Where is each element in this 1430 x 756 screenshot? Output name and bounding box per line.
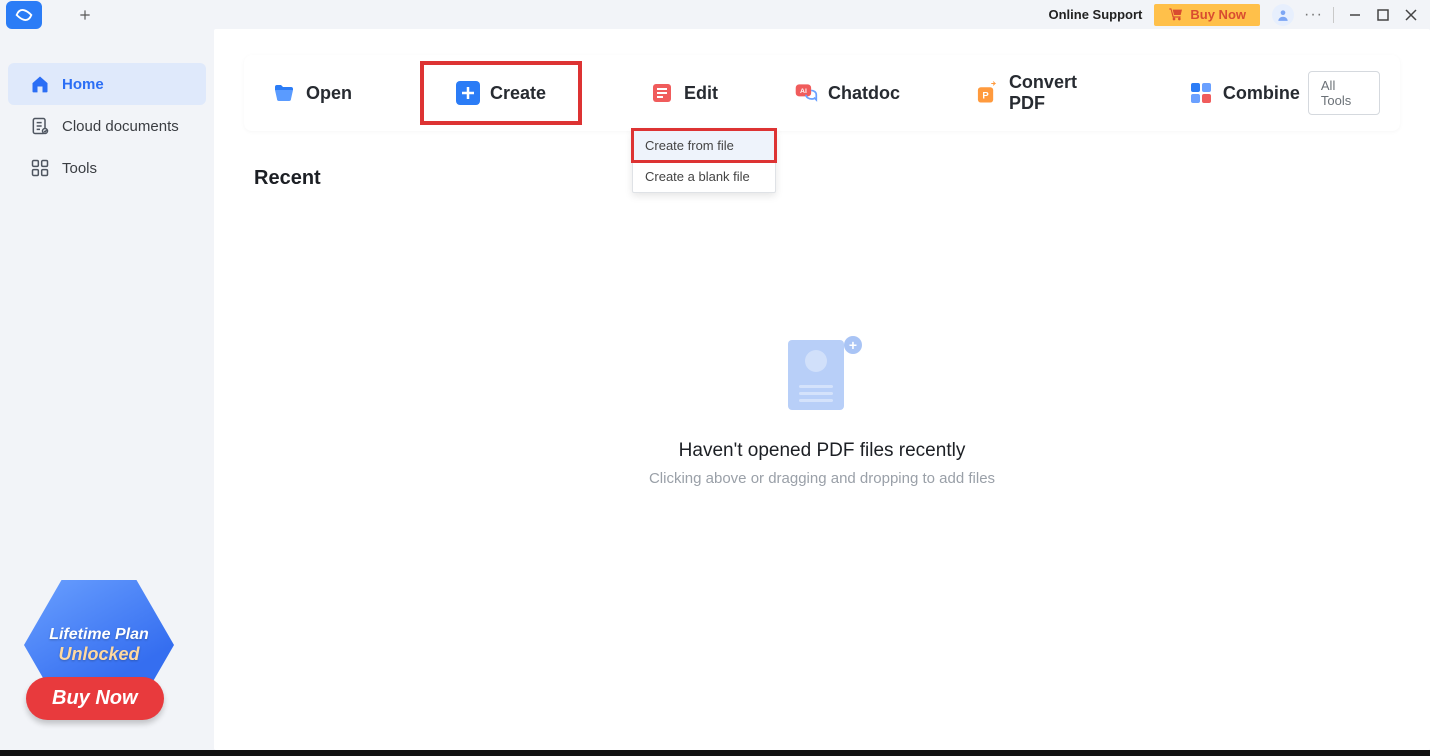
buy-now-button[interactable]: Buy Now [1154,4,1260,26]
more-menu[interactable]: ··· [1304,6,1323,24]
sidebar-item-label: Home [62,76,104,93]
empty-illustration: + [722,340,922,420]
tool-label: Create [490,83,546,104]
dropdown-create-from-file[interactable]: Create from file [633,130,775,161]
empty-subtitle: Clicking above or dragging and dropping … [649,470,995,487]
combine-button[interactable]: Combine [1181,77,1308,109]
all-tools-button[interactable]: All Tools [1308,71,1380,115]
plus-square-icon [456,81,480,105]
sidebar: Home Cloud documents Tools Lifetime Plan… [0,29,214,750]
folder-icon [272,81,296,105]
plus-badge-icon: + [844,336,862,354]
convert-icon: P [976,81,999,105]
empty-title: Haven't opened PDF files recently [679,440,966,462]
tool-label: Chatdoc [828,83,900,104]
cart-icon [1168,7,1184,23]
create-button[interactable]: Create [420,61,582,125]
online-support-link[interactable]: Online Support [1049,7,1143,22]
promo-line2: Unlocked [58,644,139,665]
open-button[interactable]: Open [264,77,360,109]
dropdown-create-blank[interactable]: Create a blank file [633,161,775,192]
home-icon [30,74,50,94]
sidebar-item-home[interactable]: Home [8,63,206,105]
svg-text:P: P [982,91,989,102]
combine-icon [1189,81,1213,105]
sidebar-item-label: Tools [62,160,97,177]
account-avatar[interactable] [1272,4,1294,26]
cloud-doc-icon [30,116,50,136]
tool-label: Open [306,83,352,104]
edit-button[interactable]: Edit [642,77,726,109]
chatdoc-button[interactable]: AI Chatdoc [786,77,908,109]
sidebar-item-label: Cloud documents [62,118,179,135]
promo-badge[interactable]: Lifetime Plan Unlocked Buy Now [14,572,194,732]
titlebar: Online Support Buy Now ··· [0,0,1430,29]
window-minimize[interactable] [1348,8,1362,22]
user-icon [1276,8,1290,22]
chatdoc-icon: AI [794,81,818,105]
tools-grid-icon [30,158,50,178]
tool-label: Convert PDF [1009,72,1113,114]
promo-cta[interactable]: Buy Now [26,677,164,720]
sidebar-item-tools[interactable]: Tools [8,147,206,189]
tool-label: Edit [684,83,718,104]
action-toolbar: Open Create Edit AI Chatdoc P Convert PD… [244,55,1400,131]
taskbar-strip [0,750,1430,756]
promo-line1: Lifetime Plan [49,626,149,644]
empty-state: + Haven't opened PDF files recently Clic… [214,340,1430,487]
create-dropdown: Create from file Create a blank file [632,129,776,193]
edit-doc-icon [650,81,674,105]
app-logo-icon [6,1,42,29]
buy-now-label: Buy Now [1190,7,1246,22]
recent-heading: Recent [214,131,1430,190]
content-area: Open Create Edit AI Chatdoc P Convert PD… [214,29,1430,750]
sidebar-item-cloud-documents[interactable]: Cloud documents [8,105,206,147]
window-close[interactable] [1404,8,1418,22]
window-maximize[interactable] [1376,8,1390,22]
svg-text:AI: AI [800,88,807,95]
tool-label: Combine [1223,83,1300,104]
new-tab-button[interactable] [72,2,98,28]
convert-pdf-button[interactable]: P Convert PDF [968,68,1121,118]
